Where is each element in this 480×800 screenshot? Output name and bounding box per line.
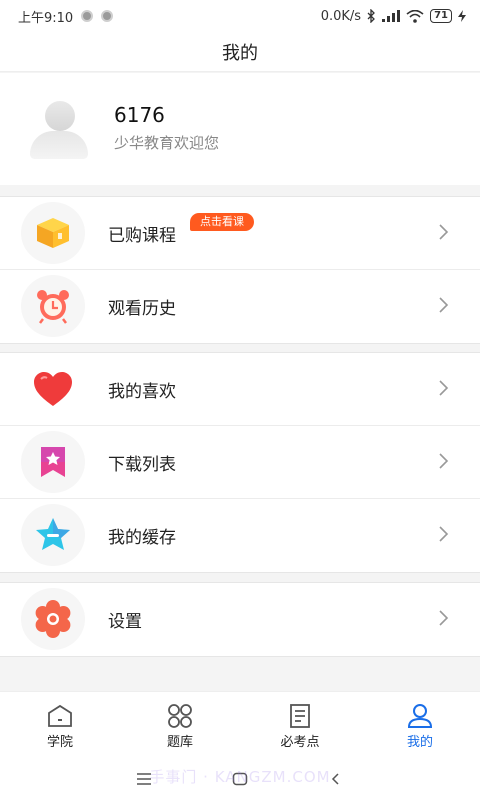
- welcome-text: 少华教育欢迎您: [114, 134, 220, 152]
- menu-item-label: 我的缓存: [108, 528, 176, 548]
- menu-group-courses: 已购课程 点击看课 观看历史: [0, 196, 480, 344]
- menu-item-cache[interactable]: 我的缓存: [0, 499, 480, 572]
- bluetooth-icon: [367, 9, 375, 23]
- chevron-right-icon: [439, 380, 449, 396]
- chevron-right-icon: [439, 526, 449, 542]
- menu-item-history[interactable]: 观看历史: [0, 270, 480, 343]
- gear-icon: [21, 588, 85, 650]
- status-time: 上午9:10: [18, 10, 74, 26]
- signal-icon: [382, 10, 401, 22]
- menu-item-favorites[interactable]: 我的喜欢: [0, 353, 480, 426]
- bookmark-star-icon: [21, 431, 85, 493]
- tab-label: 学院: [46, 735, 73, 750]
- tab-label: 题库: [166, 735, 193, 750]
- network-speed: 0.0K/s: [320, 8, 362, 24]
- menu-group-settings: 设置: [0, 582, 480, 657]
- status-bar: 上午9:10 0.0K/s 71: [0, 0, 480, 32]
- menu-item-settings[interactable]: 设置: [0, 583, 480, 656]
- avatar[interactable]: [30, 101, 88, 159]
- notification-icon: [101, 10, 114, 22]
- page-title: 我的: [222, 42, 258, 64]
- page-header: 我的: [0, 32, 480, 72]
- notification-icon: [81, 10, 94, 22]
- menu-item-label: 设置: [108, 612, 142, 632]
- tab-mine[interactable]: 我的: [360, 692, 480, 757]
- chevron-right-icon: [439, 297, 449, 313]
- menu-item-label: 已购课程: [108, 225, 176, 246]
- menu-group-library: 我的喜欢 下载列表 我的缓存: [0, 352, 480, 573]
- document-icon: [290, 704, 310, 728]
- menu-item-label: 我的喜欢: [108, 381, 176, 402]
- bottom-tab-bar: 学院 题库 必考点 我的: [0, 691, 480, 757]
- chevron-right-icon: [439, 610, 449, 626]
- battery-icon: 71: [430, 9, 452, 23]
- tab-question-bank[interactable]: 题库: [120, 692, 240, 757]
- menu-item-purchased[interactable]: 已购课程 点击看课: [0, 197, 480, 270]
- chevron-right-icon: [439, 453, 449, 469]
- heart-icon: [21, 358, 85, 420]
- watch-course-badge[interactable]: 点击看课: [190, 213, 254, 231]
- username: 6176: [114, 103, 165, 127]
- tab-academy[interactable]: 学院: [0, 692, 120, 757]
- person-icon: [407, 704, 433, 728]
- charging-icon: [458, 10, 466, 22]
- tab-label: 我的: [406, 735, 433, 750]
- menu-item-downloads[interactable]: 下载列表: [0, 426, 480, 499]
- gift-box-icon: [21, 202, 85, 264]
- tab-label: 必考点: [280, 735, 320, 750]
- tab-key-points[interactable]: 必考点: [240, 692, 360, 757]
- star-icon: [21, 504, 85, 566]
- grid-icon: [168, 704, 192, 728]
- home-icon: [48, 704, 72, 727]
- profile-card[interactable]: 6176 少华教育欢迎您: [0, 73, 480, 185]
- watermark-text: 手事门 · KANGZM.COM: [149, 768, 331, 786]
- chevron-right-icon: [439, 224, 449, 240]
- menu-item-label: 下载列表: [108, 454, 176, 475]
- alarm-clock-icon: [21, 275, 85, 337]
- menu-item-label: 观看历史: [108, 299, 176, 319]
- wifi-icon: [406, 9, 424, 23]
